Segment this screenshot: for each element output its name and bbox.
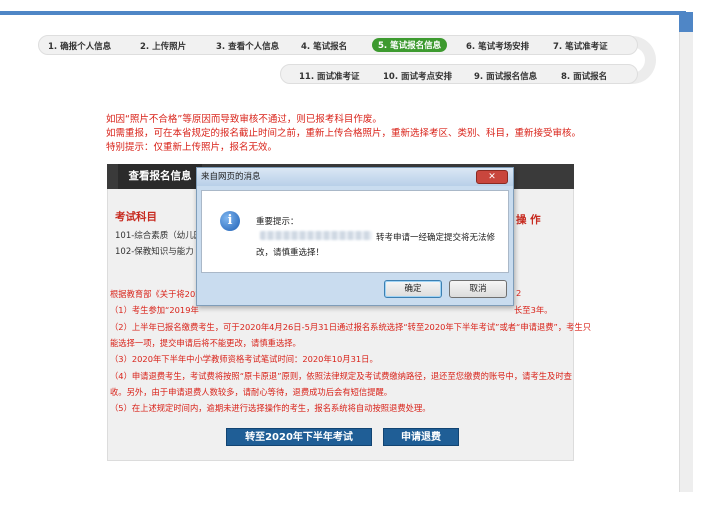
redacted-text: [260, 231, 372, 240]
dialog-heading: 重要提示：: [256, 217, 299, 227]
step-3-link[interactable]: 3. 查看个人信息: [216, 40, 279, 52]
view-registration-tab[interactable]: 查看报名信息: [118, 164, 202, 189]
scrollbar-thumb[interactable]: [679, 12, 693, 32]
policy-note: 收。另外，由于申请退费人数较多，请耐心等待，退费成功后会有短信提醒。: [110, 387, 393, 397]
step-6-link[interactable]: 6. 笔试考场安排: [466, 40, 529, 52]
step-11-link[interactable]: 11. 面试准考证: [299, 70, 360, 82]
operations-heading: 操 作: [516, 214, 541, 226]
dialog-close-button[interactable]: ✕: [476, 170, 508, 184]
dialog-cancel-button[interactable]: 取消: [449, 280, 507, 298]
warning-line-1: 如因“照片不合格”等原因而导致审核不通过，则已报考科目作废。: [106, 114, 382, 125]
subject-item: 102-保教知识与能力: [115, 247, 194, 257]
dialog-message-line-1: 转考申请一经确定提交将无法修: [376, 233, 496, 243]
policy-note: （3）2020年下半年中小学教师资格考试笔试时间：2020年10月31日。: [110, 354, 378, 364]
step-7-link[interactable]: 7. 笔试准考证: [553, 40, 608, 52]
apply-refund-button[interactable]: 申请退费: [383, 428, 459, 446]
subject-item: 101-综合素质（幼儿园: [115, 231, 203, 241]
policy-note: （4）申请退费考生，考试费将按照“原卡原退”原则，依照法律规定及考试费缴纳路径，…: [110, 371, 572, 381]
top-accent-bar: [0, 11, 686, 15]
dialog-ok-button[interactable]: 确定: [384, 280, 442, 298]
warning-line-2: 如需重报，可在本省规定的报名截止时间之前，重新上传合格照片，重新选择考区、类别、…: [106, 128, 582, 139]
step-5-link-active[interactable]: 5. 笔试报名信息: [372, 38, 448, 52]
dialog-message-line-2: 改，请慎重选择！: [256, 248, 325, 258]
dialog-body: i 重要提示： 转考申请一经确定提交将无法修 改，请慎重选择！: [201, 190, 509, 273]
step-10-link[interactable]: 10. 面试考点安排: [383, 70, 452, 82]
policy-note: 能选择一项，提交申请后将不能更改，请慎重选择。: [110, 338, 301, 348]
policy-note: （5）在上述规定时间内，逾期未进行选择操作的考生，报名系统将自动按照退费处理。: [110, 403, 431, 413]
policy-note: （2）上半年已报名缴费考生，可于2020年4月26日-5月31日通过报名系统选择…: [110, 322, 592, 332]
warning-line-3: 特别提示：仅重新上传照片，报名无效。: [106, 142, 278, 153]
policy-note-fragment: 长至3年。: [514, 305, 553, 315]
step-9-link[interactable]: 9. 面试报名信息: [474, 70, 537, 82]
scrollbar-track[interactable]: [679, 32, 693, 492]
policy-note-fragment: 2: [516, 288, 522, 298]
policy-note: 根据教育部《关于将2020: [110, 289, 206, 299]
step-4-link[interactable]: 4. 笔试报名: [301, 40, 347, 52]
step-1-link[interactable]: 1. 确报个人信息: [48, 40, 111, 52]
subjects-heading: 考试科目: [115, 211, 157, 223]
step-8-link[interactable]: 8. 面试报名: [561, 70, 607, 82]
transfer-exam-button[interactable]: 转至2020年下半年考试: [226, 428, 372, 446]
policy-note: （1）考生参加“2019年: [110, 305, 199, 315]
confirm-dialog: 来自网页的消息 ✕ i 重要提示： 转考申请一经确定提交将无法修 改，请慎重选择…: [196, 167, 514, 306]
dialog-title: 来自网页的消息: [197, 168, 513, 186]
info-icon: i: [220, 211, 240, 231]
step-2-link[interactable]: 2. 上传照片: [140, 40, 186, 52]
